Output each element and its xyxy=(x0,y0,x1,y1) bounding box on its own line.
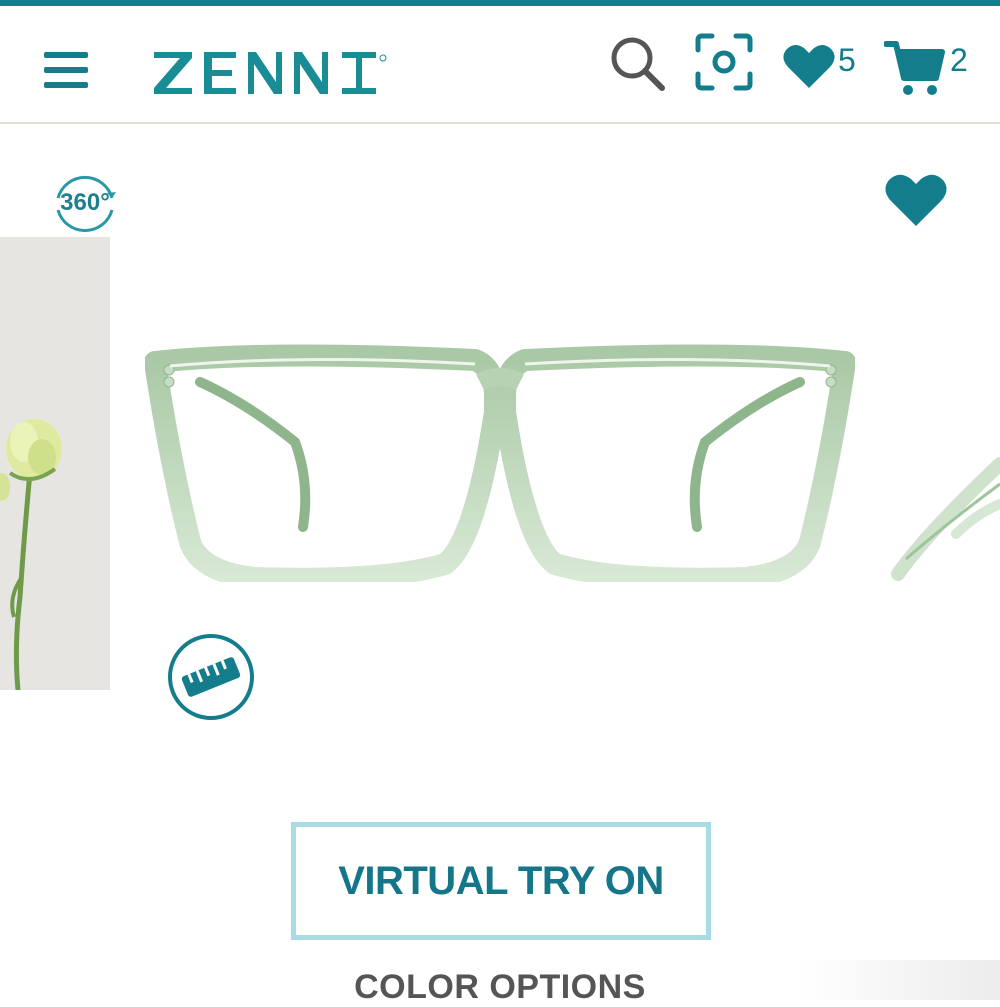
lifestyle-photo-left xyxy=(0,237,110,690)
360-view-label: 360° xyxy=(60,189,110,216)
hamburger-menu-icon[interactable] xyxy=(42,48,90,92)
search-icon[interactable] xyxy=(608,34,668,99)
cart-count: 2 xyxy=(950,42,968,78)
virtual-try-on-button[interactable]: VIRTUAL TRY ON xyxy=(291,822,711,940)
edge-shadow xyxy=(800,960,1000,1000)
360-view-button[interactable]: 360° xyxy=(50,168,120,238)
heart-icon xyxy=(885,174,947,226)
product-glasses-image[interactable] xyxy=(144,342,856,590)
cart-icon[interactable] xyxy=(883,38,946,103)
face-scan-icon[interactable] xyxy=(694,32,754,97)
site-header: 5 2 xyxy=(0,6,1000,124)
product-image-carousel[interactable]: 360° xyxy=(0,124,1000,824)
zenni-logo[interactable] xyxy=(152,48,392,98)
favorite-product-button[interactable] xyxy=(884,172,948,228)
favorites-count: 5 xyxy=(838,42,856,78)
virtual-try-on-label: VIRTUAL TRY ON xyxy=(338,858,664,903)
frame-size-button[interactable] xyxy=(166,632,256,722)
ruler-icon xyxy=(168,634,254,720)
heart-icon[interactable] xyxy=(782,42,836,95)
product-side-view-next[interactable] xyxy=(886,354,1000,584)
